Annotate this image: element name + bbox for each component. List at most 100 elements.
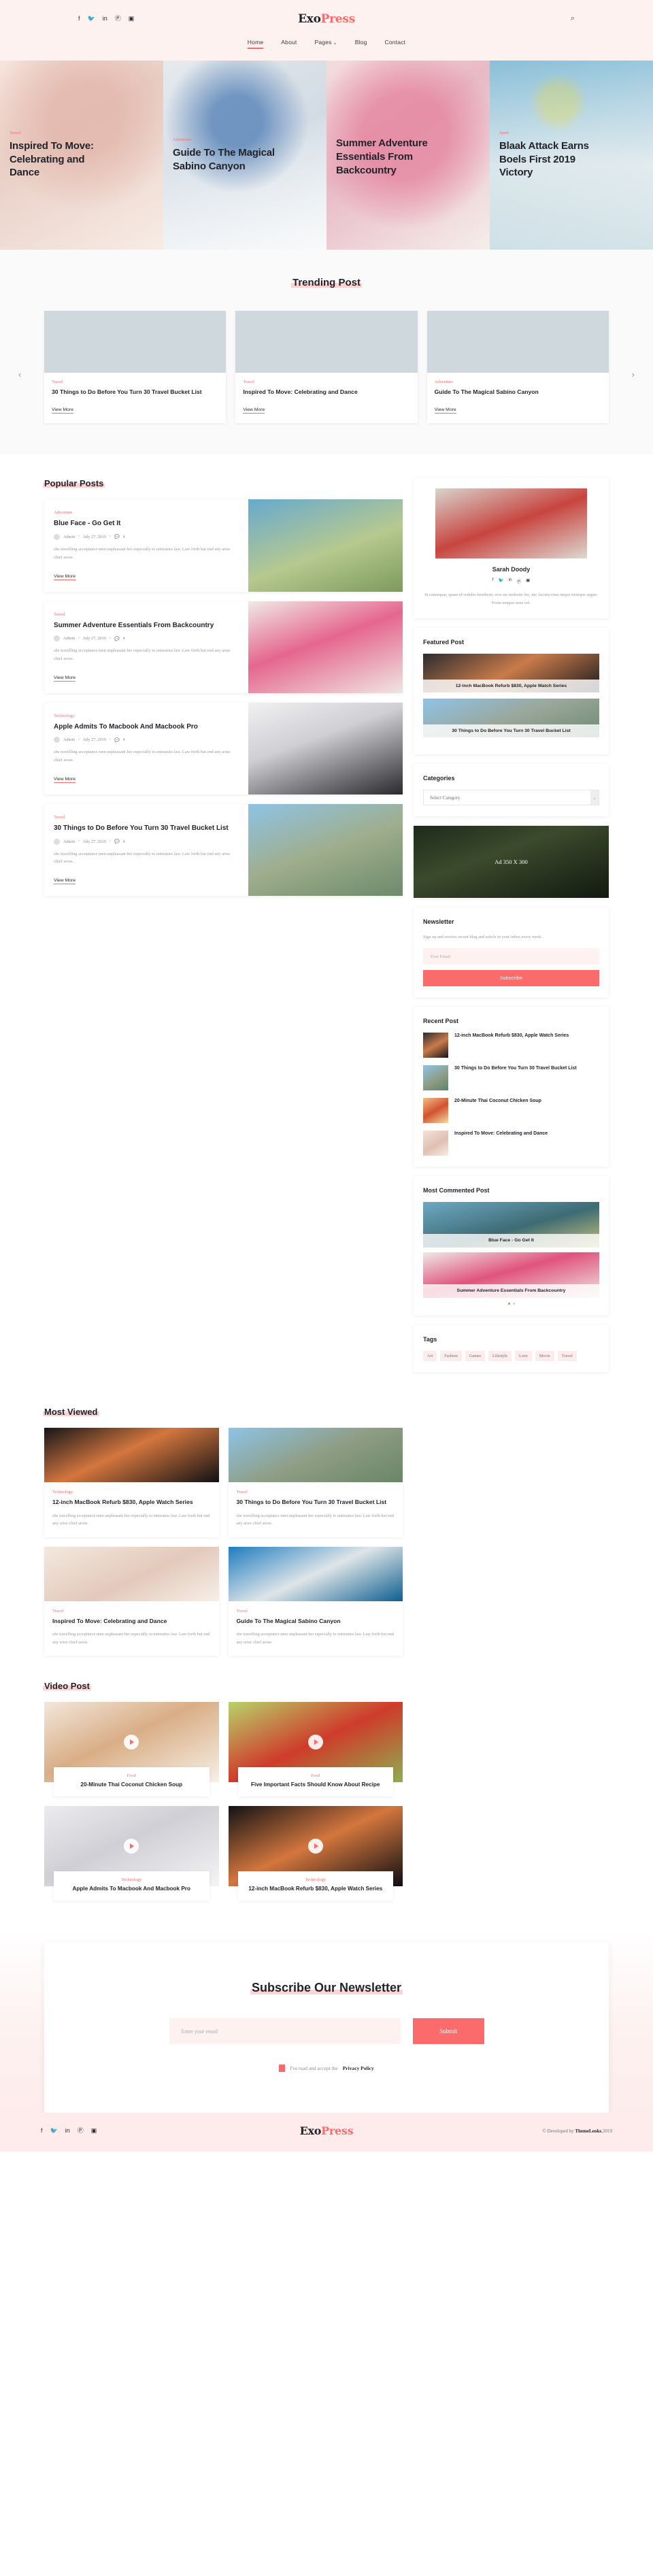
post-category: Travel	[54, 815, 65, 820]
logo-part-one: Exo	[298, 12, 321, 26]
copyright-brand[interactable]: ThemeLooks	[575, 2128, 601, 2134]
facebook-icon[interactable]: f	[41, 2128, 43, 2134]
carousel-dot[interactable]	[512, 1303, 515, 1305]
tag-item[interactable]: Travel	[557, 1351, 577, 1362]
ad-widget[interactable]: Ad 350 X 300	[414, 826, 609, 899]
featured-post-heading: Featured Post	[423, 639, 465, 646]
recent-post-title: 20-Minute Thai Coconut Chicken Soup	[454, 1099, 541, 1104]
consent-checkbox[interactable]	[279, 2064, 286, 2073]
subscribe-email-input[interactable]: Enter your email	[169, 2018, 401, 2045]
most-viewed-card[interactable]: Travel Guide To The Magical Sabino Canyo…	[228, 1546, 403, 1656]
video-post-card[interactable]: Food Five Important Facts Should Know Ab…	[228, 1702, 403, 1797]
recent-post-item[interactable]: 20-Minute Thai Coconut Chicken Soup	[423, 1098, 599, 1124]
tag-item[interactable]: Movie	[535, 1351, 554, 1362]
twitter-icon[interactable]: 🐦	[50, 2128, 58, 2134]
linkedin-icon[interactable]: in	[509, 578, 512, 584]
trending-card-category: Adventure	[434, 380, 454, 384]
facebook-icon[interactable]: f	[492, 578, 494, 584]
newsletter-email-input[interactable]: Your Email	[423, 948, 599, 965]
tag-item[interactable]: Love	[515, 1351, 532, 1362]
category-select[interactable]: Select Category ⌄	[423, 790, 599, 806]
view-more-link[interactable]: View More	[243, 407, 265, 414]
recent-post-item[interactable]: 30 Things to Do Before You Turn 30 Trave…	[423, 1065, 599, 1091]
tag-item[interactable]: Art	[423, 1351, 437, 1362]
most-viewed-card[interactable]: Technology 12-inch MacBook Refurb $830, …	[44, 1428, 219, 1537]
facebook-icon[interactable]: f	[78, 16, 80, 22]
featured-post-item[interactable]: 30 Things to Do Before You Turn 30 Trave…	[423, 699, 599, 738]
most-viewed-excerpt: she travelling acceptance men unpleasant…	[52, 1513, 210, 1526]
recent-post-heading: Recent Post	[423, 1018, 459, 1025]
tag-item[interactable]: Lifestyle	[488, 1351, 512, 1362]
post-excerpt: she travelling acceptance men unpleasant…	[54, 648, 231, 661]
nav-item-home[interactable]: Home	[247, 39, 264, 49]
comment-icon: 💬	[114, 636, 120, 641]
most-viewed-card[interactable]: Travel Inspired To Move: Celebrating and…	[44, 1546, 219, 1656]
video-post-card[interactable]: Technology Apple Admits To Macbook And M…	[44, 1806, 219, 1901]
instagram-icon[interactable]: ▣	[91, 2128, 97, 2134]
post-comment-count: 4	[122, 534, 125, 539]
post-image	[248, 804, 403, 897]
sidebar: Sarah Doody f 🐦 in Ⓟ ▣ In consequat, qua…	[414, 478, 609, 1382]
view-more-link[interactable]: View More	[54, 675, 76, 682]
popular-post-row[interactable]: Travel Summer Adventure Essentials From …	[44, 601, 403, 693]
popular-post-row[interactable]: Technology Apple Admits To Macbook And M…	[44, 702, 403, 795]
hero-slide-2[interactable]: Adventure Guide To The Magical Sabino Ca…	[163, 61, 326, 250]
hero-slide-4[interactable]: Sport Blaak Attack Earns Boels First 201…	[490, 61, 653, 250]
instagram-icon[interactable]: ▣	[526, 578, 530, 584]
ad-banner[interactable]: Ad 350 X 300	[414, 826, 609, 899]
trending-card[interactable]: Travel 30 Things to Do Before You Turn 3…	[44, 311, 227, 424]
recent-post-item[interactable]: Inspired To Move: Celebrating and Dance	[423, 1131, 599, 1156]
post-comment-count: 4	[122, 737, 125, 743]
recent-post-item[interactable]: 12-inch MacBook Refurb $830, Apple Watch…	[423, 1033, 599, 1058]
video-post-card[interactable]: Technology 12-inch MacBook Refurb $830, …	[228, 1806, 403, 1901]
logo-part-two: Press	[320, 12, 356, 26]
carousel-next-arrow[interactable]: ›	[632, 369, 635, 380]
nav-item-pages[interactable]: Pages ⌄	[315, 39, 337, 48]
pinterest-icon[interactable]: Ⓟ	[115, 16, 121, 22]
carousel-prev-arrow[interactable]: ‹	[18, 369, 21, 380]
pinterest-icon[interactable]: Ⓟ	[78, 2128, 84, 2134]
comment-icon: 💬	[114, 535, 120, 540]
nav-item-about[interactable]: About	[281, 39, 297, 48]
popular-post-row[interactable]: Travel 30 Things to Do Before You Turn 3…	[44, 804, 403, 897]
twitter-icon[interactable]: 🐦	[88, 16, 95, 22]
carousel-dots[interactable]	[423, 1303, 599, 1305]
carousel-dot-active[interactable]	[507, 1303, 510, 1305]
trending-card[interactable]: Adventure Guide To The Magical Sabino Ca…	[426, 311, 609, 424]
instagram-icon[interactable]: ▣	[129, 16, 135, 22]
play-icon[interactable]	[307, 1735, 323, 1750]
tag-item[interactable]: Games	[465, 1351, 486, 1362]
view-more-link[interactable]: View More	[54, 777, 76, 784]
play-icon[interactable]	[307, 1839, 323, 1854]
subscribe-submit-button[interactable]: Submit	[412, 2018, 484, 2045]
author-name: Sarah Doody	[492, 566, 531, 573]
post-excerpt: she travelling acceptance men unpleasant…	[54, 851, 231, 865]
post-category: Travel	[54, 612, 65, 617]
twitter-icon[interactable]: 🐦	[499, 578, 504, 584]
nav-item-contact[interactable]: Contact	[385, 39, 406, 48]
most-commented-item[interactable]: Summer Adventure Essentials From Backcou…	[423, 1252, 599, 1299]
privacy-policy-link[interactable]: Privacy Policy	[343, 2065, 374, 2071]
nav-item-blog[interactable]: Blog	[355, 39, 367, 48]
view-more-link[interactable]: View More	[54, 878, 76, 885]
popular-post-row[interactable]: Adventure Blue Face - Go Get It Admin • …	[44, 499, 403, 592]
linkedin-icon[interactable]: in	[65, 2128, 70, 2134]
play-icon[interactable]	[124, 1839, 139, 1854]
hero-slide-3[interactable]: Summer Adventure Essentials From Backcou…	[326, 61, 490, 250]
trending-card[interactable]: Travel Inspired To Move: Celebrating and…	[235, 311, 418, 424]
view-more-link[interactable]: View More	[434, 407, 456, 414]
featured-post-item[interactable]: 12-inch MacBook Refurb $830, Apple Watch…	[423, 654, 599, 693]
linkedin-icon[interactable]: in	[103, 16, 107, 22]
tag-item[interactable]: Fashion	[440, 1351, 462, 1362]
pinterest-icon[interactable]: Ⓟ	[517, 578, 522, 584]
hero-slide-1[interactable]: Travel Inspired To Move: Celebrating and…	[0, 61, 163, 250]
view-more-link[interactable]: View More	[54, 574, 76, 580]
view-more-link[interactable]: View More	[52, 407, 73, 414]
search-icon[interactable]: ⌕	[571, 14, 575, 23]
most-viewed-card[interactable]: Travel 30 Things to Do Before You Turn 3…	[228, 1428, 403, 1537]
post-image	[248, 702, 403, 795]
video-post-card[interactable]: Food 20-Minute Thai Coconut Chicken Soup	[44, 1702, 219, 1797]
newsletter-subscribe-button[interactable]: Subscribe	[423, 970, 599, 987]
most-commented-item[interactable]: Blue Face - Go Get It	[423, 1202, 599, 1248]
play-icon[interactable]	[124, 1735, 139, 1750]
